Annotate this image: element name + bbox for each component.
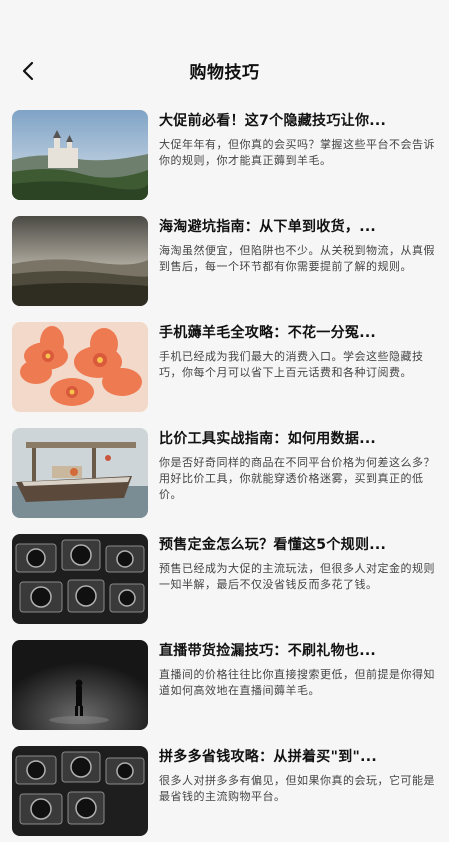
article-item[interactable]: 直播带货捡漏技巧：不刷礼物也... 直播间的价格往往比你直接搜索更低，但前提是你… bbox=[0, 630, 449, 736]
article-title: 直播带货捡漏技巧：不刷礼物也... bbox=[159, 643, 377, 659]
article-thumbnail-boat bbox=[12, 428, 148, 518]
article-title: 比价工具实战指南：如何用数据... bbox=[159, 431, 377, 447]
article-item[interactable]: 比价工具实战指南：如何用数据... 你是否好奇同样的商品在不同平台价格为何差这么… bbox=[0, 418, 449, 524]
article-thumbnail-cameras bbox=[12, 534, 148, 624]
article-summary: 大促年年有，但你真的会买吗？掌握这些平台不会告诉你的规则，你才能真正薅到羊毛。 bbox=[159, 138, 435, 167]
article-summary: 直播间的价格往往比你直接搜索更低，但前提是你得知道如何高效地在直播间薅羊毛。 bbox=[159, 668, 435, 697]
article-title: 手机薅羊毛全攻略：不花一分冤... bbox=[159, 325, 377, 341]
article-title: 预售定金怎么玩？看懂这5个规则... bbox=[159, 537, 387, 553]
article-item[interactable]: 预售定金怎么玩？看懂这5个规则... 预售已经成为大促的主流玩法，但很多人对定金… bbox=[0, 524, 449, 630]
article-thumbnail-rain-figure bbox=[12, 640, 148, 730]
chevron-left-icon bbox=[22, 61, 34, 81]
article-item[interactable]: 拼多多省钱攻略：从拼着买"到"... 很多人对拼多多有偏见，但如果你真的会玩，它… bbox=[0, 736, 449, 842]
article-summary: 海淘虽然便宜，但陷阱也不少。从关税到物流，从真假到售后，每一个环节都有你需要提前… bbox=[159, 244, 435, 273]
article-summary: 预售已经成为大促的主流玩法，但很多人对定金的规则一知半解，最后不仅没省钱反而多花… bbox=[159, 562, 435, 591]
article-summary: 你是否好奇同样的商品在不同平台价格为何差这么多？用好比价工具，你就能穿透价格迷雾… bbox=[159, 456, 435, 501]
article-item[interactable]: 大促前必看！这7个隐藏技巧让你... 大促年年有，但你真的会买吗？掌握这些平台不… bbox=[0, 100, 449, 206]
article-title: 大促前必看！这7个隐藏技巧让你... bbox=[159, 113, 387, 129]
page-title: 购物技巧 bbox=[189, 62, 260, 83]
back-button[interactable] bbox=[14, 56, 44, 86]
nav-header: 购物技巧 bbox=[0, 44, 449, 96]
article-summary: 手机已经成为我们最大的消费入口。学会这些隐藏技巧，你每个月可以省下上百元话费和各… bbox=[159, 350, 424, 379]
article-thumbnail-castle bbox=[12, 110, 148, 200]
article-thumbnail-cameras bbox=[12, 746, 148, 836]
article-item[interactable]: 海淘避坑指南：从下单到收货，... 海淘虽然便宜，但陷阱也不少。从关税到物流，从… bbox=[0, 206, 449, 312]
article-thumbnail-landscape bbox=[12, 216, 148, 306]
article-thumbnail-flowers bbox=[12, 322, 148, 412]
article-summary: 很多人对拼多多有偏见，但如果你真的会玩，它可能是最省钱的主流购物平台。 bbox=[159, 774, 435, 803]
article-list: 大促前必看！这7个隐藏技巧让你... 大促年年有，但你真的会买吗？掌握这些平台不… bbox=[0, 100, 449, 842]
article-title: 拼多多省钱攻略：从拼着买"到"... bbox=[159, 749, 377, 765]
article-title: 海淘避坑指南：从下单到收货，... bbox=[159, 219, 377, 235]
status-bar bbox=[0, 0, 449, 44]
article-item[interactable]: 手机薅羊毛全攻略：不花一分冤... 手机已经成为我们最大的消费入口。学会这些隐藏… bbox=[0, 312, 449, 418]
